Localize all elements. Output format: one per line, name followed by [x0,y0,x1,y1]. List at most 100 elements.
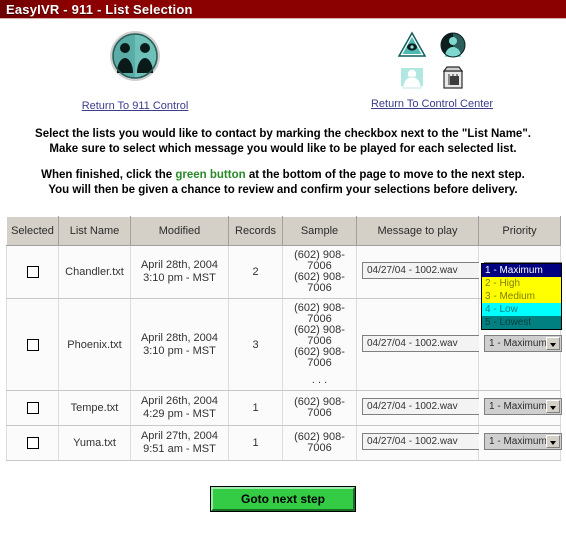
cell-records: 3 [228,298,283,391]
cell-modified: April 26th, 2004 4:29 pm - MST [130,390,229,426]
list-selection-table-wrapper: Selected List Name Modified Records Samp… [6,216,562,461]
sample-phone-number: (602) 908-7006 [294,431,345,454]
cell-message-to-play: 04/27/04 - 1002.wav [356,298,495,391]
return-to-control-center-link[interactable]: Return To Control Center [371,98,493,110]
priority-select[interactable]: 1 - Maximum [484,433,562,450]
chevron-down-icon[interactable] [546,435,560,448]
list-selection-table: Selected List Name Modified Records Samp… [6,216,562,461]
cell-priority: 1 - Maximum [478,390,562,426]
priority-select[interactable]: 1 - Maximum [484,334,562,352]
cell-modified: April 28th, 2004 3:10 pm - MST [130,245,229,299]
message-to-play-value: 04/27/04 - 1002.wav [367,436,458,447]
header-message-to-play: Message to play [356,216,479,246]
navigation-link-bar: Return To 911 Control Return To Control … [0,19,566,131]
message-to-play-select[interactable]: 04/27/04 - 1002.wav [362,398,495,415]
message-to-play-value: 04/27/04 - 1002.wav [367,401,458,412]
message-to-play-select[interactable]: 04/27/04 - 1002.wav [362,262,495,279]
sample-phone-number: (602) 908-7006 [294,302,345,325]
modified-time: 4:29 pm - MST [143,408,216,420]
row-select-checkbox[interactable] [26,402,39,415]
row-select-checkbox[interactable] [26,338,39,351]
message-to-play-select[interactable]: 04/27/04 - 1002.wav [362,433,495,450]
cell-selected [6,245,59,299]
cell-sample: (602) 908-7006 [282,390,357,426]
sample-phone-number: (602) 908-7006 [294,396,345,419]
warning-triangle-icon [397,30,427,60]
cell-priority: 1 - Maximum1 - Maximum2 - High3 - Medium… [478,245,562,330]
modified-date: April 26th, 2004 [140,395,219,407]
priority-option[interactable]: 2 - High [482,277,561,290]
priority-option[interactable]: 5 - Lowest [482,316,561,329]
table-body: Chandler.txt April 28th, 2004 3:10 pm - MS… [6,245,562,461]
chevron-down-icon[interactable] [546,336,560,350]
cell-records: 2 [228,245,283,299]
priority-value: 1 - Maximum [489,436,547,447]
trash-can-icon [438,62,468,92]
message-to-play-value: 04/27/04 - 1002.wav [367,265,458,276]
instruction-line-3: When finished, click the green button at… [0,168,566,183]
cell-message-to-play: 04/27/04 - 1002.wav [356,425,495,461]
priority-select[interactable]: 1 - Maximum [484,398,562,415]
person-silhouette-icon [397,62,427,92]
window-title-bar: EasyIVR - 911 - List Selection [0,0,566,19]
cell-list-name: Yuma.txt [58,425,131,461]
page-title: EasyIVR - 911 - List Selection [6,1,193,17]
chevron-down-icon[interactable] [546,400,560,413]
cell-sample: (602) 908-7006 (602) 908-7006 (602) 908-70… [282,298,357,391]
table-row: Chandler.txt April 28th, 2004 3:10 pm - MS… [6,245,562,330]
cell-list-name: Tempe.txt [58,390,131,426]
header-modified: Modified [130,216,229,246]
message-to-play-value: 04/27/04 - 1002.wav [367,337,458,349]
table-row: Yuma.txt April 27th, 2004 9:51 am - MST 1 (6… [6,425,562,461]
cell-records: 1 [228,425,283,461]
instruction-line-4: You will then be given a chance to revie… [48,184,518,196]
table-header-row: Selected List Name Modified Records Samp… [6,216,561,246]
cell-list-name: Phoenix.txt [58,298,131,391]
table-row: Tempe.txt April 26th, 2004 4:29 pm - MST 1(… [6,390,562,426]
return-to-control-center-block[interactable]: Return To Control Center [352,29,512,110]
row-select-checkbox[interactable] [26,266,39,279]
cell-modified: April 27th, 2004 9:51 am - MST [130,425,229,461]
priority-value: 1 - Maximum [489,337,547,349]
modified-time: 3:10 pm - MST [143,272,216,284]
two-people-circle-icon [60,29,210,83]
table-row: Phoenix.txt April 28th, 2004 3:10 pm - MST… [6,298,562,391]
header-list-name: List Name [58,216,131,246]
goto-next-step-button[interactable]: Goto next step [209,486,357,512]
instruction-line-2: Make sure to select which message you wo… [49,143,517,155]
modified-date: April 27th, 2004 [140,430,219,442]
cell-selected [6,298,59,391]
sample-phone-number: (602) 908-7006 [294,249,345,272]
header-records: Records [228,216,283,246]
cell-list-name: Chandler.txt [58,245,131,299]
sample-more-indicator: . . . [311,374,328,386]
modified-date: April 28th, 2004 [140,331,219,344]
priority-option[interactable]: 4 - Low [482,303,561,316]
message-to-play-select[interactable]: 04/27/04 - 1002.wav [362,334,495,352]
header-selected: Selected [6,216,59,246]
header-priority: Priority [478,216,561,246]
header-sample: Sample [282,216,357,246]
priority-dropdown-list[interactable]: 1 - Maximum 2 - High 3 - Medium 4 - Low 5 - … [481,263,562,330]
return-to-911-control-block[interactable]: Return To 911 Control [60,29,210,112]
modified-date: April 28th, 2004 [140,259,219,271]
cell-sample: (602) 908-7006 [282,425,357,461]
instructions-block: Select the lists you would like to conta… [0,127,566,198]
cell-message-to-play: 04/27/04 - 1002.wav [356,245,495,299]
sample-phone-number: (602) 908-7006 [294,324,345,347]
submit-row: Goto next step [0,486,566,512]
cell-sample: (602) 908-7006 (602) 908-7006 [282,245,357,299]
priority-option[interactable]: 3 - Medium [482,290,561,303]
priority-option[interactable]: 1 - Maximum [482,264,561,277]
cell-selected [6,390,59,426]
cell-message-to-play: 04/27/04 - 1002.wav [356,390,495,426]
person-circle-icon [438,30,468,60]
priority-value: 1 - Maximum [489,401,547,412]
modified-time: 9:51 am - MST [143,443,216,455]
cell-selected [6,425,59,461]
sample-phone-number: (602) 908-7006 [294,271,345,294]
green-button-mention: green button [175,169,246,181]
row-select-checkbox[interactable] [26,437,39,450]
return-to-911-control-link[interactable]: Return To 911 Control [82,100,189,112]
instruction-line-3-pre: When finished, click the [41,169,176,181]
